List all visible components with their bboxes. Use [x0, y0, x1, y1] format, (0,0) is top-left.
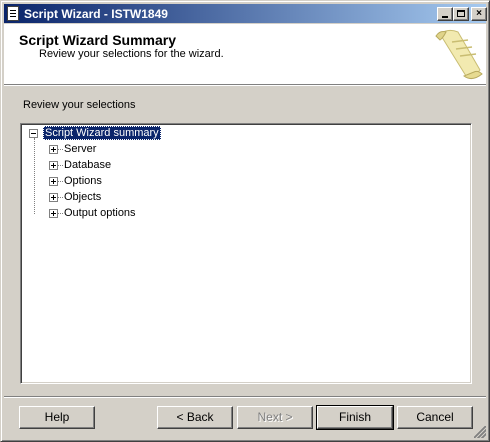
scroll-parchment-icon [435, 29, 483, 80]
tree-node-label[interactable]: Server [64, 142, 96, 156]
script-wizard-window: Script Wizard - ISTW1849 × Script Wizard… [0, 0, 490, 442]
maximize-button[interactable] [453, 7, 469, 21]
close-button[interactable]: × [471, 7, 487, 21]
tree-connector [58, 197, 63, 199]
tree-node-label[interactable]: Script Wizard summary [43, 126, 161, 140]
section-label: Review your selections [23, 99, 136, 111]
page-subtitle: Review your selections for the wizard. [39, 48, 224, 60]
tree-node-label[interactable]: Database [64, 158, 111, 172]
script-wizard-icon [7, 6, 19, 21]
minimize-button[interactable] [437, 7, 453, 21]
tree-node-label[interactable]: Output options [64, 206, 136, 220]
title-bar[interactable]: Script Wizard - ISTW1849 × [4, 4, 487, 23]
wizard-header: Script Wizard Summary Review your select… [4, 24, 486, 85]
footer-divider [4, 396, 486, 398]
tree-connector [58, 149, 63, 151]
collapse-icon[interactable] [29, 129, 38, 138]
window-title: Script Wizard - ISTW1849 [24, 7, 168, 21]
tree-node-label[interactable]: Objects [64, 190, 101, 204]
minimize-icon [442, 16, 448, 18]
expand-icon[interactable] [49, 193, 58, 202]
header-divider [4, 85, 486, 86]
maximize-icon [457, 10, 465, 17]
help-button[interactable]: Help [19, 406, 95, 429]
resize-grip-icon[interactable] [474, 426, 486, 438]
finish-button[interactable]: Finish [316, 405, 394, 430]
cancel-button[interactable]: Cancel [397, 406, 473, 429]
tree-connector [58, 213, 63, 215]
expand-icon[interactable] [49, 145, 58, 154]
back-button[interactable]: < Back [157, 406, 233, 429]
page-title: Script Wizard Summary [19, 32, 177, 48]
expand-icon[interactable] [49, 177, 58, 186]
expand-icon[interactable] [49, 209, 58, 218]
tree-guide-line [34, 138, 36, 214]
tree-connector [58, 181, 63, 183]
summary-tree[interactable]: Script Wizard summary Server Database Op… [20, 123, 472, 384]
tree-connector [58, 165, 63, 167]
tree-node-label[interactable]: Options [64, 174, 102, 188]
expand-icon[interactable] [49, 161, 58, 170]
next-button[interactable]: Next > [237, 406, 313, 429]
